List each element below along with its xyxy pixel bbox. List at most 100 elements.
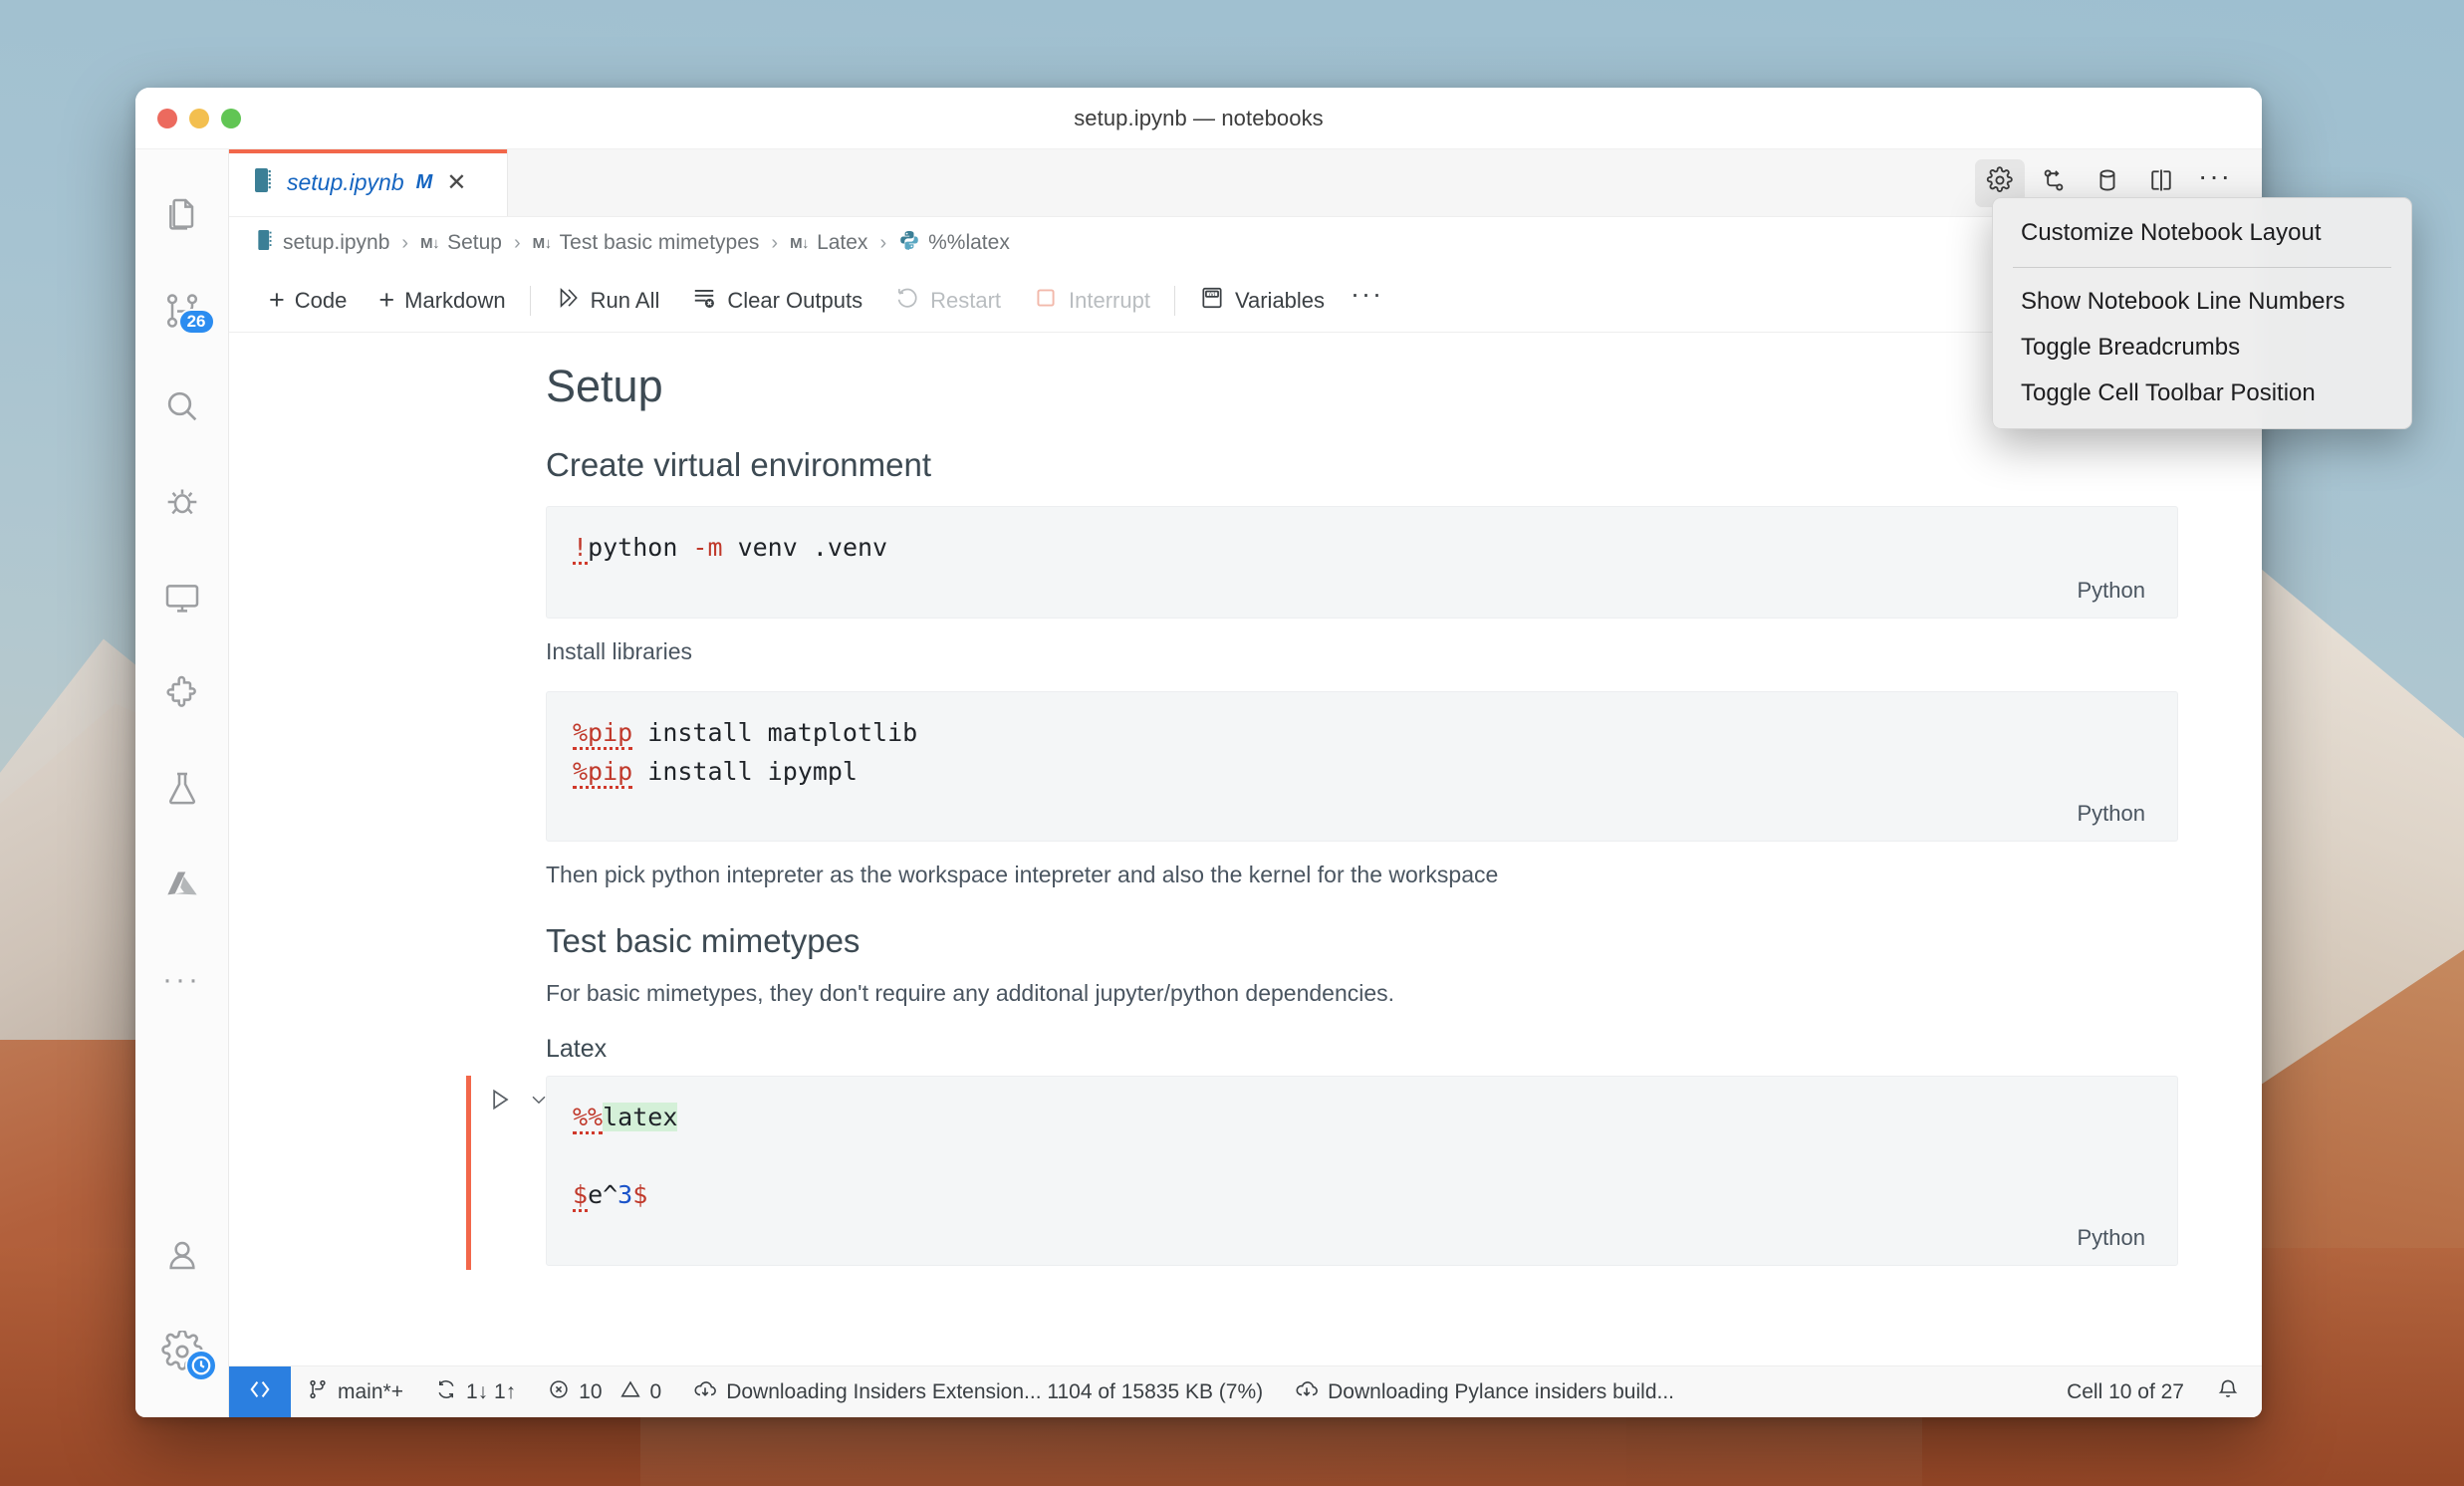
- remote-window-button[interactable]: [229, 1365, 291, 1417]
- breadcrumb-label: setup.ipynb: [283, 231, 390, 254]
- breadcrumb-item-cell[interactable]: %%latex: [898, 229, 1010, 257]
- code-text: install matplotlib: [632, 717, 918, 747]
- number-token: 3: [617, 1179, 633, 1209]
- source-control-badge: 26: [177, 309, 215, 335]
- add-code-cell-button[interactable]: + Code: [253, 278, 363, 324]
- variables-button[interactable]: (x) Variables: [1183, 278, 1341, 324]
- markdown-heading-latex[interactable]: Latex: [229, 1017, 2262, 1068]
- breadcrumb-item-file[interactable]: setup.ipynb: [255, 229, 389, 257]
- plus-icon: +: [378, 285, 395, 315]
- status-bar-right: Cell 10 of 27: [2051, 1366, 2262, 1418]
- add-markdown-cell-button[interactable]: + Markdown: [363, 278, 521, 324]
- sidebar-item-more-views[interactable]: ···: [135, 932, 229, 1028]
- database-icon: [2094, 166, 2121, 199]
- code-cell-latex-container: %%latex $e^3$ Python: [229, 1076, 2262, 1270]
- python-icon: [898, 229, 920, 257]
- tab-label: setup.ipynb: [287, 169, 404, 195]
- maximize-window-button[interactable]: [221, 108, 241, 128]
- status-notifications[interactable]: [2200, 1366, 2262, 1418]
- cell-language-label[interactable]: Python: [573, 791, 2151, 829]
- pip-magic-token: %pip: [573, 756, 633, 789]
- breadcrumb-separator: ›: [401, 231, 409, 254]
- status-sync[interactable]: 1↓ 1↑: [419, 1366, 532, 1418]
- status-download-pylance[interactable]: Downloading Pylance insiders build...: [1279, 1366, 1690, 1418]
- breadcrumb-separator: ›: [771, 231, 779, 254]
- markdown-paragraph-pick-interpreter[interactable]: Then pick python intepreter as the works…: [229, 848, 2262, 898]
- menu-item-toggle-cell-toolbar-position[interactable]: Toggle Cell Toolbar Position: [1993, 371, 2411, 416]
- sidebar-item-azure[interactable]: [135, 837, 229, 932]
- button-label: Markdown: [404, 287, 506, 313]
- toolbar-overflow-button[interactable]: ···: [1341, 281, 1393, 314]
- menu-item-customize-notebook-layout[interactable]: Customize Notebook Layout: [1993, 210, 2411, 256]
- code-flag-token: -m: [692, 533, 723, 562]
- tab-setup-ipynb[interactable]: setup.ipynb M ✕: [229, 149, 508, 216]
- shell-magic-token: !: [573, 533, 589, 565]
- remote-window-icon: [247, 1376, 273, 1408]
- markdown-heading-setup[interactable]: Setup: [229, 333, 2262, 422]
- breadcrumb-separator: ›: [879, 231, 887, 254]
- status-problems[interactable]: 10 0: [532, 1366, 677, 1418]
- button-label: Run All: [590, 287, 660, 313]
- interrupt-button[interactable]: Interrupt: [1017, 278, 1166, 324]
- sidebar-item-explorer[interactable]: [135, 167, 229, 263]
- breadcrumb-item-setup[interactable]: M↓ Setup: [420, 231, 502, 255]
- sidebar-item-testing[interactable]: [135, 741, 229, 837]
- sidebar-item-remote-explorer[interactable]: [135, 550, 229, 645]
- breadcrumb-item-latex[interactable]: M↓ Latex: [790, 231, 867, 255]
- code-cell-pip-install[interactable]: %pip install matplotlib %pip install ipy…: [546, 690, 2178, 843]
- cell-language-label[interactable]: Python: [573, 1215, 2151, 1253]
- code-line: %pip install ipympl: [573, 753, 2151, 792]
- variables-icon: (x): [1199, 285, 1225, 317]
- sidebar-item-extensions[interactable]: [135, 645, 229, 741]
- breadcrumb-separator: ›: [513, 231, 521, 254]
- status-download-insiders[interactable]: Downloading Insiders Extension... 1104 o…: [677, 1366, 1279, 1418]
- button-label: Code: [294, 287, 348, 313]
- toolbar-divider: [529, 285, 531, 316]
- restart-icon: [894, 285, 920, 317]
- menu-item-toggle-breadcrumbs[interactable]: Toggle Breadcrumbs: [1993, 325, 2411, 371]
- sidebar-item-search[interactable]: [135, 359, 229, 454]
- code-cell-latex[interactable]: %%latex $e^3$ Python: [546, 1076, 2178, 1266]
- close-window-button[interactable]: [157, 108, 177, 128]
- vscode-window: setup.ipynb — notebooks 26 ··· setup.ipy…: [135, 88, 2262, 1417]
- latex-delimiter: $: [573, 1179, 589, 1212]
- sidebar-item-manage-settings[interactable]: [135, 1304, 229, 1399]
- code-cell-venv[interactable]: !python -m venv .venv Python: [546, 506, 2178, 619]
- button-label: Clear Outputs: [727, 287, 863, 313]
- cell-language-label[interactable]: Python: [573, 568, 2151, 606]
- markdown-heading-test-mimetypes[interactable]: Test basic mimetypes: [229, 898, 2262, 966]
- markdown-paragraph-basic-mimetypes[interactable]: For basic mimetypes, they don't require …: [229, 966, 2262, 1017]
- split-editor-icon: [2147, 166, 2175, 199]
- cloud-download-icon: [1295, 1377, 1319, 1407]
- run-cell-button[interactable]: [486, 1086, 514, 1118]
- sidebar-item-source-control[interactable]: 26: [135, 263, 229, 359]
- cell-position-label: Cell 10 of 27: [2067, 1379, 2184, 1403]
- interrupt-icon: [1033, 285, 1059, 317]
- code-text: e^: [588, 1179, 618, 1209]
- markdown-heading-create-venv[interactable]: Create virtual environment: [229, 422, 2262, 490]
- tab-close-button[interactable]: ✕: [444, 170, 468, 195]
- breadcrumb-item-test-basic-mimetypes[interactable]: M↓ Test basic mimetypes: [533, 231, 760, 255]
- clear-outputs-button[interactable]: Clear Outputs: [675, 278, 878, 324]
- sidebar-item-run-and-debug[interactable]: [135, 454, 229, 550]
- button-label: Interrupt: [1069, 287, 1150, 313]
- error-icon: [548, 1378, 570, 1406]
- notebook-content: Setup Create virtual environment !python…: [229, 333, 2262, 1365]
- account-icon: [162, 1236, 202, 1276]
- status-bar: main*+ 1↓ 1↑ 10 0 Downloading Insiders E…: [229, 1365, 2262, 1417]
- editor-area: setup.ipynb M ✕ ··· setup.ipynb › M↓ Set…: [229, 149, 2262, 1417]
- minimize-window-button[interactable]: [189, 108, 209, 128]
- notebook-icon: [255, 229, 275, 257]
- toolbar-divider: [1173, 285, 1175, 316]
- sidebar-item-accounts[interactable]: [135, 1208, 229, 1304]
- search-icon: [162, 386, 202, 426]
- status-cell-position[interactable]: Cell 10 of 27: [2051, 1366, 2200, 1418]
- button-label: Restart: [930, 287, 1002, 313]
- status-branch[interactable]: main*+: [291, 1366, 419, 1418]
- run-all-button[interactable]: Run All: [539, 278, 676, 324]
- markdown-paragraph-install-libraries[interactable]: Install libraries: [229, 624, 2262, 675]
- restart-button[interactable]: Restart: [878, 278, 1017, 324]
- traffic-lights[interactable]: [157, 108, 241, 128]
- menu-item-show-notebook-line-numbers[interactable]: Show Notebook Line Numbers: [1993, 279, 2411, 325]
